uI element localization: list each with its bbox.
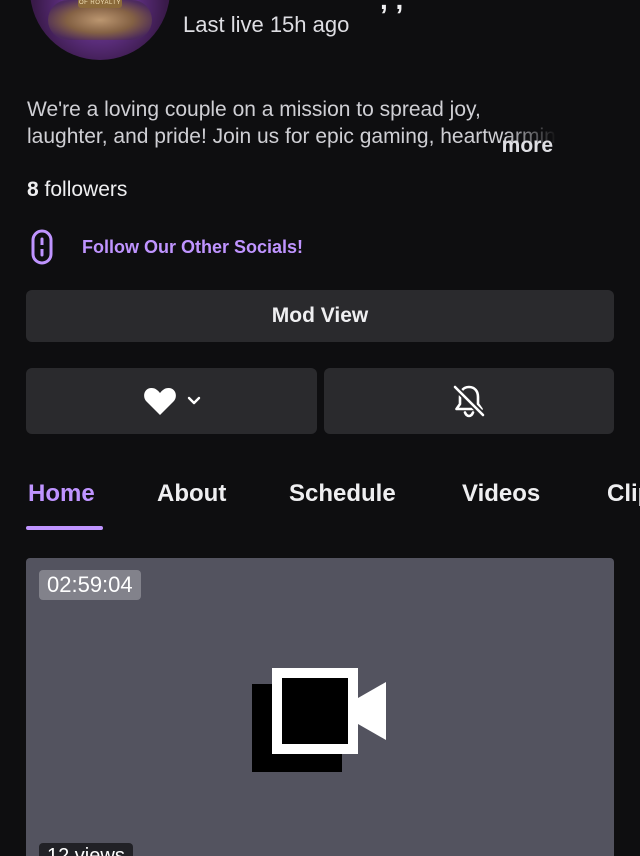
tab-home[interactable]: Home (28, 480, 95, 508)
bell-off-icon (452, 384, 486, 418)
notifications-button[interactable] (324, 368, 614, 434)
channel-name-fragment: , , (380, 0, 403, 16)
channel-tabs: Home About Schedule Videos Clips (0, 470, 640, 530)
last-live-status: Last live 15h ago (183, 12, 350, 37)
follow-button[interactable] (26, 368, 317, 434)
channel-page: OF ROYALTY , , Last live 15h ago We're a… (0, 0, 640, 856)
channel-header: OF ROYALTY , , Last live 15h ago (0, 0, 640, 80)
social-link-label: Follow Our Other Socials! (82, 236, 304, 257)
followers-number: 8 (27, 178, 39, 201)
bio-line-1: We're a loving couple on a mission to sp… (27, 98, 481, 121)
chevron-down-icon[interactable] (187, 396, 201, 406)
link-icon (31, 229, 53, 265)
bio-line-2-wrap: laughter, and pride! Join us for epic ga… (27, 125, 557, 157)
tab-schedule[interactable]: Schedule (289, 480, 396, 508)
channel-bio: We're a loving couple on a mission to sp… (27, 96, 617, 157)
video-camera-icon (252, 668, 386, 772)
action-row (26, 368, 614, 434)
avatar[interactable]: OF ROYALTY (30, 0, 170, 60)
active-tab-indicator (26, 526, 103, 530)
followers-count[interactable]: 8 followers (27, 178, 127, 202)
avatar-banner: OF ROYALTY (78, 0, 122, 8)
heart-icon (143, 388, 176, 415)
followers-label: followers (44, 178, 128, 201)
video-card[interactable]: 02:59:04 12 views (26, 558, 614, 856)
tab-clips[interactable]: Clips (607, 480, 640, 508)
mod-view-button[interactable]: Mod View (26, 290, 614, 342)
social-link[interactable]: Follow Our Other Socials! (30, 228, 303, 266)
bio-more-link[interactable]: more (502, 132, 553, 159)
video-duration: 02:59:04 (39, 570, 141, 600)
tab-about[interactable]: About (157, 480, 226, 508)
video-views: 12 views (39, 843, 133, 856)
bio-line-2: laughter, and pride! Join us for epic ga… (27, 125, 557, 148)
tab-videos[interactable]: Videos (462, 480, 540, 508)
